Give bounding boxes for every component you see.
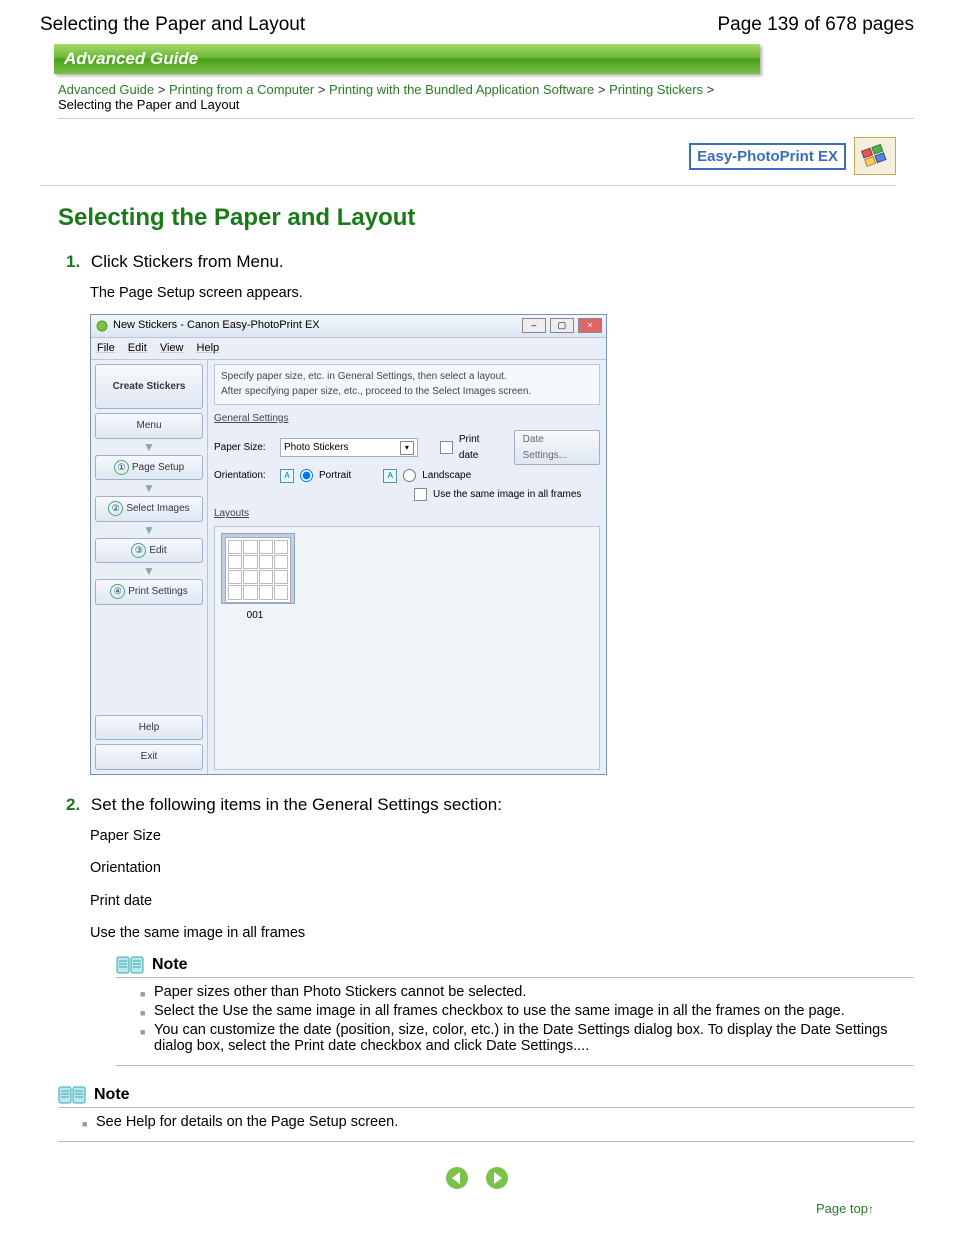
note-heading: Note bbox=[152, 956, 188, 974]
help-button[interactable]: Help bbox=[95, 715, 203, 741]
page-top-link[interactable]: Page top↑ bbox=[816, 1201, 874, 1216]
note-icon bbox=[116, 956, 146, 974]
step-number: 1. bbox=[66, 252, 80, 271]
window-minimize-button[interactable]: – bbox=[522, 318, 546, 333]
arrow-down-icon: ▼ bbox=[95, 484, 203, 492]
doc-title: Selecting the Paper and Layout bbox=[40, 14, 305, 36]
arrow-down-icon: ▼ bbox=[95, 526, 203, 534]
menu-view[interactable]: View bbox=[160, 342, 184, 354]
create-stickers-button[interactable]: Create Stickers bbox=[95, 364, 203, 410]
same-image-label: Use the same image in all frames bbox=[433, 487, 581, 503]
note-icon bbox=[58, 1086, 88, 1104]
step-sub: The Page Setup screen appears. bbox=[90, 282, 914, 304]
general-settings-label: General Settings bbox=[214, 411, 600, 427]
app-name-badge: Easy-PhotoPrint EX bbox=[689, 143, 846, 170]
layout-thumb-label: 001 bbox=[221, 608, 289, 624]
layout-thumbnail[interactable] bbox=[221, 533, 295, 604]
breadcrumb-link[interactable]: Printing Stickers bbox=[609, 82, 703, 97]
setting-item: Orientation bbox=[90, 857, 914, 879]
note-item: Select the Use the same image in all fra… bbox=[140, 1003, 914, 1019]
step-heading: Click Stickers from Menu. bbox=[91, 252, 284, 271]
step-edit[interactable]: ③Edit bbox=[95, 538, 203, 564]
setting-item: Paper Size bbox=[90, 825, 914, 847]
layouts-area: 001 bbox=[214, 526, 600, 770]
advanced-guide-banner: Advanced Guide bbox=[54, 44, 760, 74]
window-close-button[interactable]: × bbox=[578, 318, 602, 333]
hint-box: Specify paper size, etc. in General Sett… bbox=[214, 364, 600, 405]
next-page-button[interactable] bbox=[485, 1166, 509, 1190]
note-item: You can customize the date (position, si… bbox=[140, 1022, 914, 1054]
arrow-up-icon: ↑ bbox=[868, 1202, 874, 1216]
print-date-label: Print date bbox=[459, 432, 502, 463]
breadcrumb: Advanced Guide > Printing from a Compute… bbox=[58, 82, 914, 119]
breadcrumb-link[interactable]: Printing from a Computer bbox=[169, 82, 314, 97]
step-select-images[interactable]: ②Select Images bbox=[95, 496, 203, 522]
landscape-label: Landscape bbox=[422, 468, 471, 484]
note-item: See Help for details on the Page Setup s… bbox=[82, 1114, 914, 1130]
arrow-down-icon: ▼ bbox=[95, 567, 203, 575]
print-date-checkbox[interactable] bbox=[440, 441, 453, 454]
arrow-down-icon: ▼ bbox=[95, 443, 203, 451]
app-menubar: File Edit View Help bbox=[91, 338, 606, 360]
chevron-down-icon: ▾ bbox=[400, 441, 414, 455]
exit-button[interactable]: Exit bbox=[95, 744, 203, 770]
date-settings-button[interactable]: Date Settings... bbox=[514, 430, 600, 465]
landscape-radio[interactable] bbox=[403, 469, 416, 482]
menu-edit[interactable]: Edit bbox=[128, 342, 147, 354]
window-maximize-button[interactable]: ▢ bbox=[550, 318, 574, 333]
orientation-label: Orientation: bbox=[214, 468, 274, 484]
portrait-label: Portrait bbox=[319, 468, 351, 484]
same-image-checkbox[interactable] bbox=[414, 488, 427, 501]
step-print-settings[interactable]: ④Print Settings bbox=[95, 579, 203, 605]
step-heading: Set the following items in the General S… bbox=[91, 795, 502, 814]
page-title: Selecting the Paper and Layout bbox=[58, 204, 914, 232]
layouts-label: Layouts bbox=[214, 506, 600, 522]
landscape-icon: A bbox=[383, 469, 397, 483]
breadcrumb-link[interactable]: Advanced Guide bbox=[58, 82, 154, 97]
app-window-title: New Stickers - Canon Easy-PhotoPrint EX bbox=[113, 317, 320, 334]
portrait-icon: A bbox=[280, 469, 294, 483]
paper-size-dropdown[interactable]: Photo Stickers▾ bbox=[280, 438, 418, 457]
note-heading: Note bbox=[94, 1086, 130, 1104]
menu-file[interactable]: File bbox=[97, 342, 115, 354]
breadcrumb-current: Selecting the Paper and Layout bbox=[58, 97, 239, 112]
note-item: Paper sizes other than Photo Stickers ca… bbox=[140, 984, 914, 1000]
app-window-screenshot: New Stickers - Canon Easy-PhotoPrint EX … bbox=[90, 314, 607, 774]
menu-button[interactable]: Menu bbox=[95, 413, 203, 439]
breadcrumb-link[interactable]: Printing with the Bundled Application So… bbox=[329, 82, 594, 97]
step-page-setup[interactable]: ①Page Setup bbox=[95, 455, 203, 481]
page-indicator: Page 139 of 678 pages bbox=[717, 14, 914, 36]
setting-item: Print date bbox=[90, 890, 914, 912]
paper-size-label: Paper Size: bbox=[214, 440, 274, 456]
portrait-radio[interactable] bbox=[300, 469, 313, 482]
app-window-icon bbox=[95, 319, 109, 333]
menu-help[interactable]: Help bbox=[197, 342, 220, 354]
app-icon bbox=[854, 137, 896, 175]
prev-page-button[interactable] bbox=[445, 1166, 469, 1190]
setting-item: Use the same image in all frames bbox=[90, 922, 914, 944]
step-number: 2. bbox=[66, 795, 80, 814]
